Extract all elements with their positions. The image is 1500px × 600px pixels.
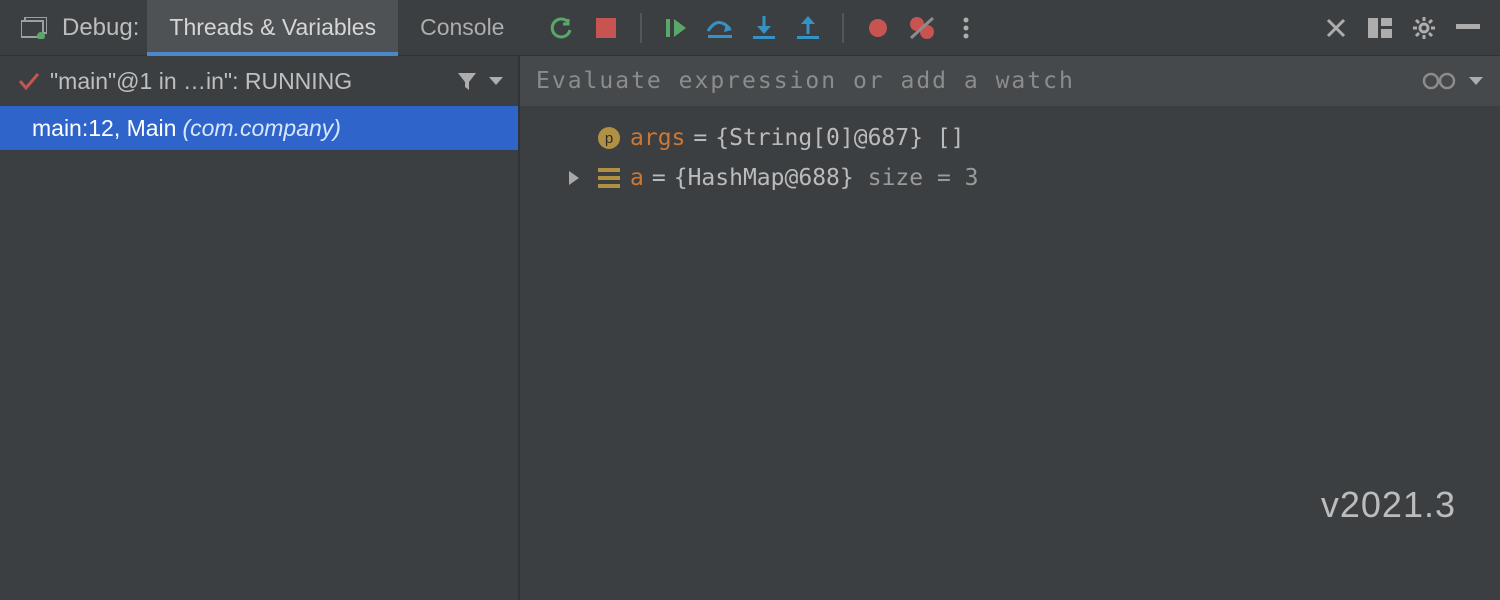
frame-package: (com.company) bbox=[182, 115, 340, 142]
check-icon bbox=[18, 71, 40, 91]
variable-value: {HashMap@688} bbox=[674, 165, 854, 191]
toolbar-separator bbox=[640, 13, 642, 43]
evaluate-input[interactable] bbox=[536, 68, 1410, 94]
variable-row[interactable]: a = {HashMap@688} size = 3 bbox=[560, 158, 1500, 198]
variable-value: {String[0]@687} [] bbox=[715, 125, 964, 151]
glasses-icon[interactable] bbox=[1422, 72, 1456, 90]
debug-toolbar: Debug: Threads & Variables Console bbox=[0, 0, 1500, 56]
rerun-icon[interactable] bbox=[540, 0, 584, 56]
step-over-icon[interactable] bbox=[698, 0, 742, 56]
hide-icon[interactable] bbox=[1446, 0, 1490, 56]
thread-label: "main"@1 in …in": RUNNING bbox=[50, 68, 446, 95]
step-out-icon[interactable] bbox=[786, 0, 830, 56]
version-label: v2021.3 bbox=[1321, 484, 1456, 526]
view-breakpoints-icon[interactable] bbox=[856, 0, 900, 56]
evaluate-row bbox=[520, 56, 1500, 106]
stack-frame[interactable]: main:12, Main (com.company) bbox=[0, 106, 518, 150]
tab-threads-variables[interactable]: Threads & Variables bbox=[147, 0, 398, 56]
frame-location: main:12, Main bbox=[32, 115, 176, 142]
tab-label: Console bbox=[420, 14, 504, 41]
svg-text:p: p bbox=[605, 130, 613, 147]
tab-console[interactable]: Console bbox=[398, 0, 526, 56]
variable-extra: size = 3 bbox=[868, 165, 979, 191]
equals-sign: = bbox=[693, 125, 707, 151]
mute-breakpoints-icon[interactable] bbox=[900, 0, 944, 56]
close-icon[interactable] bbox=[1314, 0, 1358, 56]
variable-name: a bbox=[630, 165, 644, 191]
more-icon[interactable] bbox=[944, 0, 988, 56]
equals-sign: = bbox=[652, 165, 666, 191]
param-icon: p bbox=[596, 125, 622, 151]
variable-name: args bbox=[630, 125, 685, 151]
thread-selector[interactable]: "main"@1 in …in": RUNNING bbox=[0, 56, 518, 106]
layout-icon[interactable] bbox=[1358, 0, 1402, 56]
settings-icon[interactable] bbox=[1402, 0, 1446, 56]
tool-window-icon[interactable] bbox=[12, 0, 56, 56]
resume-icon[interactable] bbox=[654, 0, 698, 56]
step-into-icon[interactable] bbox=[742, 0, 786, 56]
variable-row[interactable]: p args = {String[0]@687} [] bbox=[560, 118, 1500, 158]
dropdown-icon[interactable] bbox=[488, 75, 504, 87]
debug-panel-body: "main"@1 in …in": RUNNING main:12, Main … bbox=[0, 56, 1500, 600]
filter-icon[interactable] bbox=[456, 70, 478, 92]
map-icon bbox=[596, 165, 622, 191]
tab-label: Threads & Variables bbox=[169, 14, 376, 41]
debug-title: Debug: bbox=[56, 14, 147, 42]
toolbar-separator bbox=[842, 13, 844, 43]
frames-panel: "main"@1 in …in": RUNNING main:12, Main … bbox=[0, 56, 520, 600]
dropdown-icon[interactable] bbox=[1468, 75, 1484, 87]
stop-icon[interactable] bbox=[584, 0, 628, 56]
expand-chevron-icon[interactable] bbox=[560, 169, 588, 187]
